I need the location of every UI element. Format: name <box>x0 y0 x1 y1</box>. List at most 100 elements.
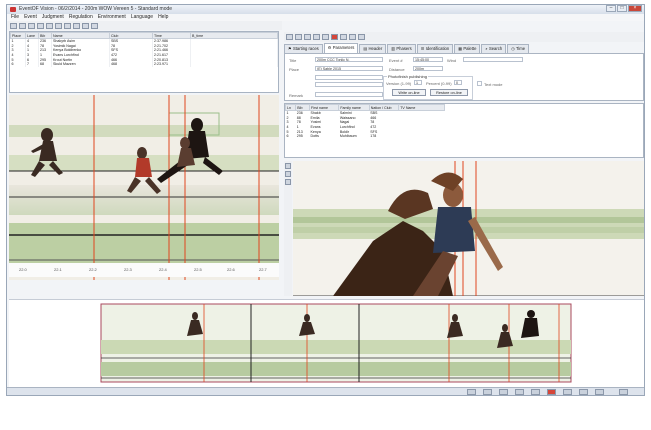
write-online-button[interactable]: Write on-line <box>392 89 426 96</box>
finish-image-main[interactable] <box>9 95 279 280</box>
main-toolbar <box>7 21 282 30</box>
app-window: EventOF Vision - 06/2/2014 - 200m WOW Ve… <box>6 4 645 396</box>
remark-field[interactable] <box>315 92 383 97</box>
menu-file[interactable]: File <box>11 14 19 21</box>
place-field[interactable]: (E) Sable 2015 <box>315 66 383 71</box>
undo-icon[interactable] <box>73 22 80 29</box>
wind-label: Wind <box>447 58 457 63</box>
restore-online-button[interactable]: Restore on-line <box>430 89 468 96</box>
tab-parameters[interactable]: ⚙ Parameters <box>323 43 359 53</box>
stop-icon[interactable] <box>340 34 347 40</box>
time-tick: 22.7 <box>259 267 267 272</box>
menu-help[interactable]: Help <box>158 14 168 21</box>
grid-icon[interactable] <box>579 389 588 395</box>
settings-icon[interactable] <box>358 34 365 40</box>
table-row[interactable]: 6 7 68 Skuld Mazzen 468 2:23.971 <box>10 61 278 67</box>
paste-icon[interactable] <box>64 22 71 29</box>
menu-judgment[interactable]: Judgment <box>42 14 64 21</box>
title-field[interactable]: 200m CCC Tonlic N. <box>315 57 383 62</box>
export-icon[interactable] <box>349 34 356 40</box>
save-icon[interactable] <box>28 22 35 29</box>
cell: 468 <box>109 61 153 67</box>
cell: 68 <box>38 61 52 67</box>
cell: 2:23.971 <box>152 61 191 67</box>
camera-icon[interactable] <box>91 22 98 29</box>
right-icon[interactable] <box>531 389 540 395</box>
search-icon: ⌕ <box>485 46 488 51</box>
extra-field-1[interactable] <box>315 75 383 80</box>
minimize-icon[interactable]: – <box>606 5 616 12</box>
zoom-out-icon[interactable] <box>499 389 508 395</box>
tab-palette[interactable]: ▦ Palette <box>454 44 481 53</box>
menu-environment[interactable]: Environment <box>98 14 126 21</box>
magnify-icon[interactable] <box>285 171 291 177</box>
new-icon[interactable] <box>10 22 17 29</box>
textmode-checkbox[interactable] <box>477 81 482 86</box>
cell: 6 <box>10 61 26 67</box>
tab-label: Phasers <box>396 46 412 51</box>
maximize-icon[interactable]: □ <box>617 5 627 12</box>
lock-icon[interactable] <box>619 389 628 395</box>
info-icon[interactable] <box>595 389 604 395</box>
cut-icon[interactable] <box>55 22 62 29</box>
arrow-left-icon[interactable] <box>313 34 320 40</box>
tab-bar: ⚑ Starting races ⚙ Parameters ▤ Header ▥… <box>284 43 644 53</box>
cell: 7 <box>25 61 39 67</box>
distance-field[interactable]: 200m <box>413 66 443 71</box>
tab-label: Time <box>515 46 526 51</box>
zoom-in-icon[interactable] <box>483 389 492 395</box>
parameters-panel: Title 200m CCC Tonlic N. Place (E) Sable… <box>284 53 644 101</box>
wind-field[interactable] <box>463 57 523 62</box>
tab-label: Identification <box>425 46 450 51</box>
event-label: Event # <box>389 58 403 63</box>
search-icon[interactable] <box>467 389 476 395</box>
version-label: Version (1-99) <box>386 81 412 86</box>
copy-icon[interactable] <box>46 22 53 29</box>
tab-header[interactable]: ▤ Header <box>359 44 387 53</box>
right-toolbar <box>284 32 644 42</box>
extra-field-2[interactable] <box>315 82 383 87</box>
open-icon[interactable] <box>19 22 26 29</box>
place-label: Place <box>289 67 300 72</box>
time-tick: 22.1 <box>54 267 62 272</box>
event-field[interactable]: 15:45:00 <box>413 57 443 62</box>
flag-icon: ⚑ <box>288 46 292 51</box>
brush-icon[interactable] <box>563 389 572 395</box>
chart-icon: ▥ <box>391 46 396 51</box>
tab-search[interactable]: ⌕ Search <box>481 44 507 53</box>
time-tick: 22.4 <box>159 267 167 272</box>
cell: Dotts <box>310 134 319 139</box>
tab-starting-races[interactable]: ⚑ Starting races <box>284 44 323 53</box>
tab-phasers[interactable]: ▥ Phasers <box>387 44 416 53</box>
status-bar <box>7 387 644 395</box>
time-tick: 22.0 <box>19 267 27 272</box>
record-icon[interactable] <box>547 389 556 395</box>
grid-icon[interactable] <box>304 34 311 40</box>
zoom-icon[interactable] <box>82 22 89 29</box>
table-row[interactable]: 6 295 Dotts Muhlbaum 178 <box>286 134 445 139</box>
arrow-right-icon[interactable] <box>322 34 329 40</box>
version-field[interactable]: 1 <box>414 80 422 85</box>
print-icon[interactable] <box>37 22 44 29</box>
photo-icon[interactable] <box>286 34 293 40</box>
hand-icon[interactable] <box>285 179 291 185</box>
tab-identification[interactable]: ☰ Identification <box>416 44 454 53</box>
window-title: EventOF Vision - 06/2/2014 - 200m WOW Ve… <box>19 6 173 12</box>
zoom-side-toolbar <box>284 161 292 296</box>
cell: 178 <box>370 134 377 139</box>
finish-image-zoom[interactable] <box>293 161 644 296</box>
left-icon[interactable] <box>515 389 524 395</box>
cut-icon[interactable] <box>295 34 302 40</box>
tab-label: Starting races <box>292 46 319 51</box>
cursor-icon[interactable] <box>285 163 291 169</box>
publish-group-title: Photofinish publishing <box>387 74 428 79</box>
window-controls: – □ × <box>606 5 642 13</box>
record-icon[interactable] <box>331 34 338 40</box>
tab-time[interactable]: ◷ Time <box>507 44 530 53</box>
overview-strip[interactable] <box>9 299 644 390</box>
menu-language[interactable]: Language <box>131 14 153 21</box>
percent-field[interactable]: 0 <box>454 80 462 85</box>
close-icon[interactable]: × <box>628 5 642 12</box>
menu-event[interactable]: Event <box>24 14 37 21</box>
menu-regulation[interactable]: Regulation <box>69 14 93 21</box>
